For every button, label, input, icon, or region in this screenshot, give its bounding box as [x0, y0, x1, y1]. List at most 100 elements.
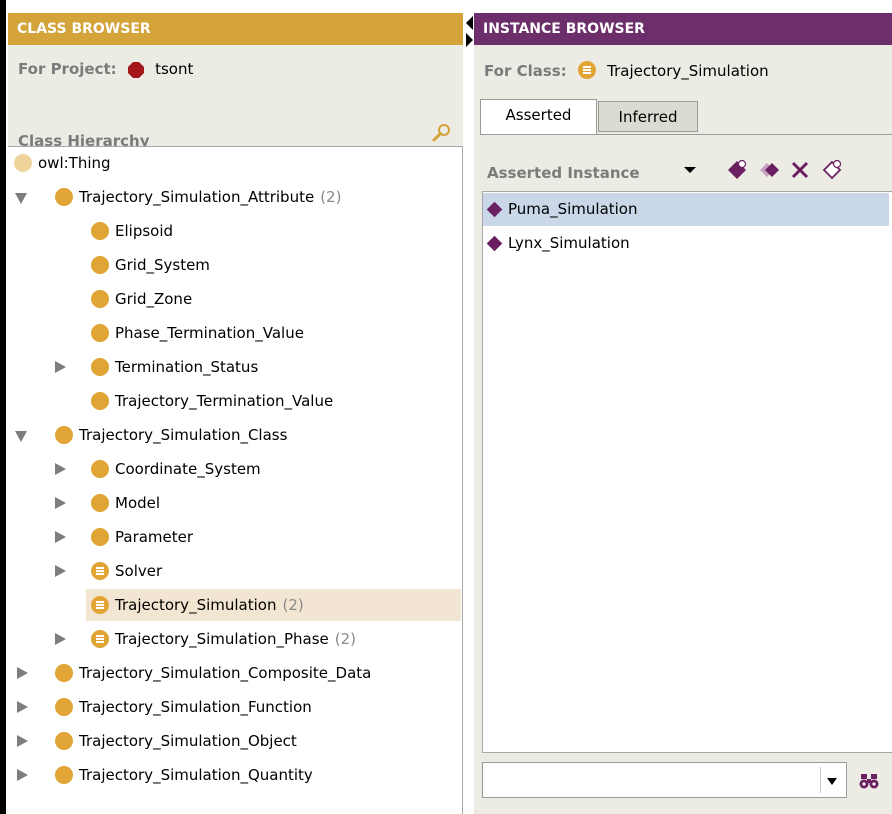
- add-type-icon[interactable]: [820, 158, 844, 182]
- expand-right-icon[interactable]: [15, 691, 29, 723]
- class-icon: [91, 358, 109, 376]
- tree-row[interactable]: Trajectory_Termination_Value: [8, 385, 461, 417]
- expand-right-icon[interactable]: [15, 759, 29, 791]
- tree-row-label: Elipsoid: [115, 222, 174, 240]
- expand-right-icon[interactable]: [15, 657, 29, 689]
- expand-down-icon[interactable]: [15, 419, 29, 451]
- find-class-icon[interactable]: [431, 122, 453, 144]
- tree-row[interactable]: Grid_Zone: [8, 283, 461, 315]
- window-top-frame: [0, 0, 892, 7]
- instance-count: (2): [320, 188, 342, 206]
- class-label: For Class:: [484, 62, 567, 80]
- class-name: Trajectory_Simulation: [607, 62, 769, 80]
- tree-row-label: Termination_Status: [115, 358, 259, 376]
- tree-row-label: Trajectory_Simulation_Composite_Data: [79, 664, 372, 682]
- tree-row[interactable]: Parameter: [8, 521, 461, 553]
- class-light-icon: [14, 154, 32, 172]
- tree-row-label: Trajectory_Simulation_Function: [79, 698, 312, 716]
- tree-row[interactable]: Trajectory_Simulation_Function: [8, 691, 461, 723]
- tree-row-label: Grid_System: [115, 256, 210, 274]
- class-icon: [55, 698, 73, 716]
- instance-count: (2): [334, 630, 356, 648]
- tree-row[interactable]: Coordinate_System: [8, 453, 461, 485]
- project-label: For Project:: [18, 60, 117, 78]
- binoculars-icon[interactable]: [858, 770, 880, 792]
- expand-right-icon[interactable]: [53, 521, 67, 553]
- tree-row-text: Trajectory_Simulation_Attribute (2): [79, 181, 341, 213]
- instance-icon: [486, 201, 503, 218]
- project-line: For Project: tsont: [18, 58, 193, 80]
- expand-right-icon[interactable]: [15, 725, 29, 757]
- tree-row[interactable]: Trajectory_Simulation_Composite_Data: [8, 657, 461, 689]
- tree-row-label: owl:Thing: [38, 154, 111, 172]
- tree-row-label: Trajectory_Simulation_Phase: [115, 630, 329, 648]
- tree-row[interactable]: Trajectory_Simulation_Class: [8, 419, 461, 451]
- class-icon: [91, 392, 109, 410]
- instance-row[interactable]: Puma_Simulation: [483, 193, 889, 226]
- collapse-right-icon[interactable]: [466, 33, 473, 47]
- tab-asserted[interactable]: Asserted: [480, 99, 597, 135]
- instance-count: (2): [282, 596, 304, 614]
- instance-row[interactable]: Lynx_Simulation: [483, 227, 889, 260]
- tree-row[interactable]: Trajectory_Simulation_Attribute (2): [8, 181, 461, 213]
- class-icon: [91, 290, 109, 308]
- tree-row[interactable]: Solver: [8, 555, 461, 587]
- create-instance-icon[interactable]: [725, 158, 749, 182]
- class-icon: [55, 664, 73, 682]
- tree-row-text: Trajectory_Simulation (2): [115, 589, 304, 621]
- tree-row-label: Grid_Zone: [115, 290, 193, 308]
- tree-row-label: Phase_Termination_Value: [115, 324, 304, 342]
- tree-row[interactable]: Elipsoid: [8, 215, 461, 247]
- expand-right-icon[interactable]: [53, 487, 67, 519]
- class-icon: [91, 460, 109, 478]
- delete-instance-icon[interactable]: [788, 158, 812, 182]
- tree-row[interactable]: Trajectory_Simulation (2): [86, 589, 461, 621]
- expand-right-icon[interactable]: [53, 555, 67, 587]
- instance-browser-panel: INSTANCE BROWSER For Class: Trajectory_S…: [474, 13, 892, 814]
- expand-down-icon[interactable]: [15, 181, 29, 213]
- instance-search-combo[interactable]: [482, 762, 847, 798]
- class-icon: [91, 494, 109, 512]
- tree-row-label: Trajectory_Simulation_Class: [79, 426, 288, 444]
- collapse-left-icon[interactable]: [466, 16, 473, 30]
- tree-row[interactable]: Grid_System: [8, 249, 461, 281]
- asserted-instance-label: Asserted Instance: [487, 164, 640, 182]
- class-icon: [91, 256, 109, 274]
- tree-row[interactable]: Termination_Status: [8, 351, 461, 383]
- defined-class-icon: [91, 562, 109, 580]
- tree-row[interactable]: Phase_Termination_Value: [8, 317, 461, 349]
- project-name: tsont: [155, 60, 194, 78]
- combo-dropdown-button[interactable]: [820, 767, 843, 793]
- expand-right-icon[interactable]: [53, 351, 67, 383]
- defined-class-icon: [91, 596, 109, 614]
- tab-inferred[interactable]: Inferred: [598, 101, 698, 132]
- expand-right-icon[interactable]: [53, 453, 67, 485]
- class-tree[interactable]: owl:Thing Trajectory_Simulation_Attribute…: [8, 146, 463, 814]
- tab-divider: [480, 134, 892, 135]
- tree-row-label: Trajectory_Termination_Value: [115, 392, 334, 410]
- copy-instance-icon[interactable]: [757, 158, 781, 182]
- tree-row[interactable]: Trajectory_Simulation_Quantity: [8, 759, 461, 791]
- instance-label: Puma_Simulation: [508, 200, 638, 218]
- tree-row-label: Parameter: [115, 528, 194, 546]
- defined-class-icon: [577, 60, 596, 79]
- tree-row-label: Solver: [115, 562, 163, 580]
- tree-row[interactable]: Model: [8, 487, 461, 519]
- defined-class-icon: [91, 630, 109, 648]
- dropdown-arrow-icon[interactable]: [678, 158, 702, 182]
- tree-row[interactable]: Trajectory_Simulation_Phase (2): [8, 623, 461, 655]
- tree-row[interactable]: owl:Thing: [8, 147, 461, 179]
- class-icon: [55, 732, 73, 750]
- expand-right-icon[interactable]: [53, 623, 67, 655]
- tree-row[interactable]: Trajectory_Simulation_Object: [8, 725, 461, 757]
- instance-icon: [486, 235, 503, 252]
- class-icon: [55, 426, 73, 444]
- class-browser-panel: CLASS BROWSER For Project: tsont Class H…: [8, 13, 463, 814]
- class-icon: [55, 188, 73, 206]
- split-divider[interactable]: [463, 13, 474, 814]
- tree-row-label: Coordinate_System: [115, 460, 261, 478]
- instance-list[interactable]: Puma_Simulation Lynx_Simulation: [482, 191, 892, 753]
- tree-row-label: Trajectory_Simulation_Attribute: [79, 188, 315, 206]
- tree-row-label: Trajectory_Simulation_Object: [79, 732, 297, 750]
- tree-row-text: Trajectory_Simulation_Phase (2): [115, 623, 356, 655]
